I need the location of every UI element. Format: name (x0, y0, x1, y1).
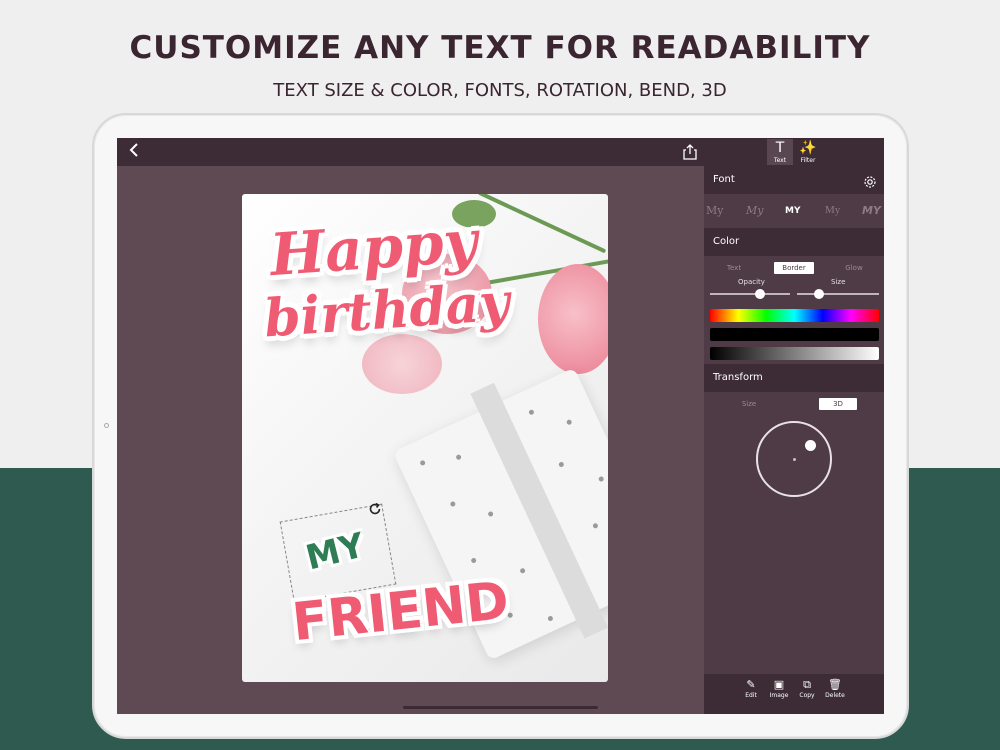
image-button[interactable]: ▣ Image (767, 678, 791, 700)
subheadline: TEXT SIZE & COLOR, FONTS, ROTATION, BEND… (273, 80, 727, 101)
transform-tab-size[interactable]: Size (730, 398, 768, 410)
font-option[interactable]: My (746, 204, 763, 217)
card-canvas[interactable]: Happy birthday MY FRIEND (242, 194, 608, 682)
dial-knob[interactable] (805, 440, 816, 451)
pencil-icon: ✎ (746, 678, 756, 691)
copy-button[interactable]: ⧉ Copy (795, 678, 819, 700)
edit-button[interactable]: ✎ Edit (739, 678, 763, 700)
copy-icon: ⧉ (803, 678, 811, 691)
font-option[interactable]: My (825, 204, 840, 216)
opacity-slider-knob[interactable] (754, 289, 765, 299)
pink-rose (362, 334, 442, 394)
camera-icon (104, 423, 109, 428)
color-section-header: Color (704, 228, 884, 256)
3d-rotation-dial[interactable] (756, 421, 832, 497)
headline: CUSTOMIZE ANY TEXT FOR READABILITY (129, 30, 871, 66)
transform-section-title: Transform (713, 372, 763, 383)
magic-wand-icon: ✨ (799, 140, 817, 156)
share-icon (683, 144, 697, 160)
home-indicator (403, 706, 598, 709)
text-tool-label: Text (773, 157, 787, 164)
color-tab-text[interactable]: Text (714, 262, 754, 274)
size-slider-knob[interactable] (814, 289, 825, 299)
dial-center (793, 458, 796, 461)
edit-label: Edit (745, 692, 757, 699)
text-tool-button[interactable]: T Text (767, 139, 793, 165)
rotate-icon (369, 502, 381, 515)
opacity-label: Opacity (738, 278, 765, 286)
copy-label: Copy (799, 692, 815, 699)
font-option[interactable]: My (706, 204, 723, 217)
delete-button[interactable]: 🗑 Delete (823, 678, 847, 700)
size-slider[interactable] (797, 293, 879, 295)
chevron-left-icon (129, 143, 138, 157)
color-tab-border[interactable]: Border (774, 262, 814, 274)
font-option[interactable]: MY (862, 204, 881, 217)
color-section-title: Color (713, 236, 740, 247)
gear-icon (864, 176, 876, 188)
properties-panel: Font My My MY My MY Color Text Border Gl… (704, 166, 884, 714)
hue-bar[interactable] (710, 309, 879, 322)
rotate-handle[interactable] (368, 502, 382, 516)
share-button[interactable] (681, 143, 699, 161)
text-icon: T (775, 140, 785, 156)
shade-bar[interactable] (710, 328, 879, 341)
font-picker: My My MY My MY (704, 198, 884, 228)
size-label: Size (831, 278, 846, 286)
rose-stem (477, 194, 607, 254)
font-section-header: Font (704, 166, 884, 194)
top-toolbar: T Text ✨ Filter (117, 138, 884, 166)
image-label: Image (769, 692, 789, 699)
filter-tool-button[interactable]: ✨ Filter (795, 139, 821, 165)
back-button[interactable] (123, 142, 145, 162)
opacity-slider[interactable] (710, 293, 790, 295)
delete-label: Delete (825, 692, 845, 699)
filter-tool-label: Filter (800, 157, 816, 164)
transform-tab-3d[interactable]: 3D (819, 398, 857, 410)
image-icon: ▣ (773, 678, 785, 691)
color-tab-glow[interactable]: Glow (834, 262, 874, 274)
grayscale-bar[interactable] (710, 347, 879, 360)
app-screen: T Text ✨ Filter Happy birthday MY FRIEND… (117, 138, 884, 714)
pink-rose (538, 264, 608, 374)
font-option-selected[interactable]: MY (785, 206, 800, 216)
trash-icon: 🗑 (828, 678, 842, 691)
bottom-action-bar: ✎ Edit ▣ Image ⧉ Copy 🗑 Delete (704, 674, 884, 714)
font-section-title: Font (713, 174, 735, 185)
transform-section-header: Transform (704, 364, 884, 392)
settings-button[interactable] (863, 173, 877, 188)
